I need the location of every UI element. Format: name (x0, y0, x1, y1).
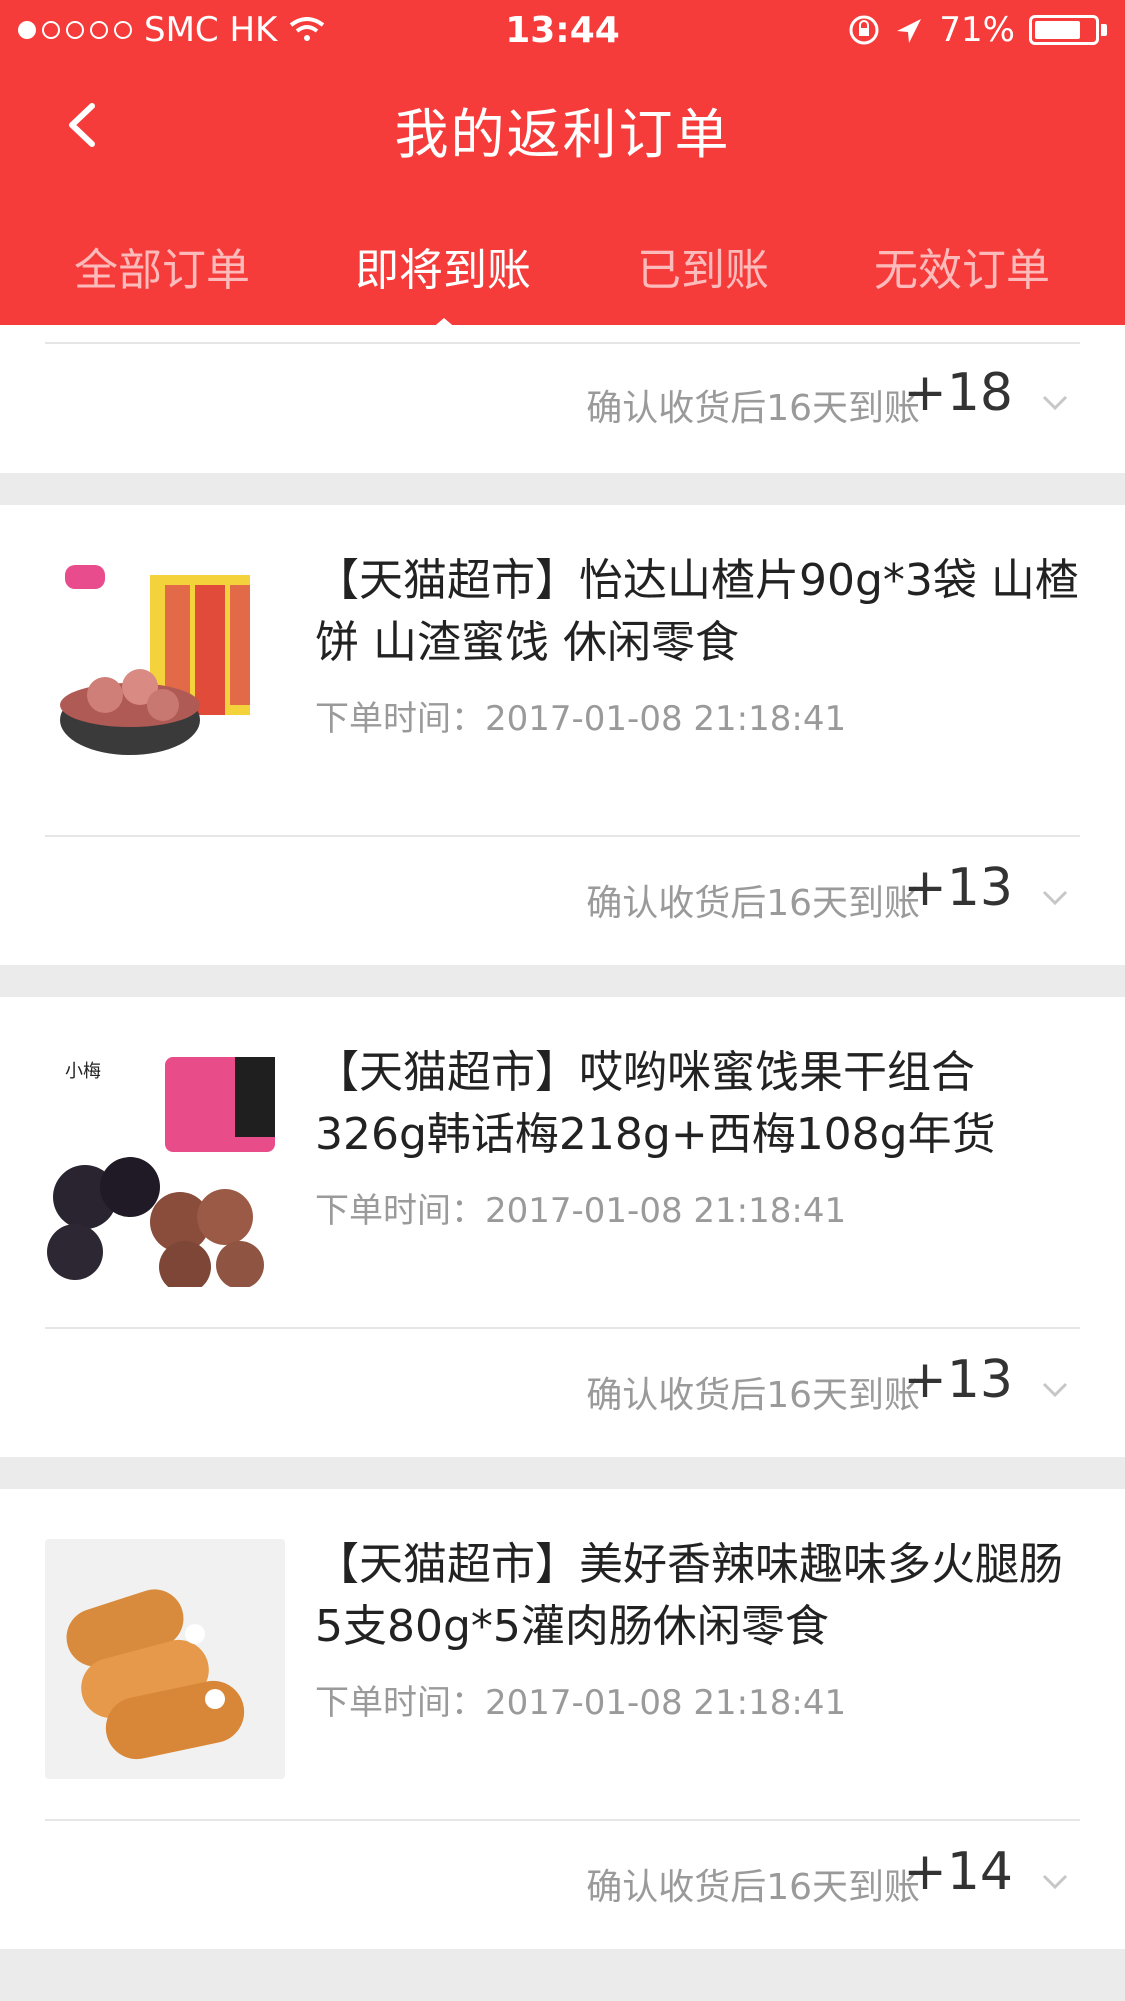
location-arrow-icon (897, 19, 922, 43)
product-image[interactable]: 小梅 (45, 1047, 285, 1287)
order-time: 下单时间：2017-01-08 21:18:41 (315, 1683, 847, 1723)
tab-invalid-orders[interactable]: 无效订单 (832, 234, 1092, 298)
divider (45, 342, 1080, 344)
orientation-lock-icon (849, 15, 879, 45)
product-title[interactable]: 【天猫超市】美好香辣味趣味多火腿肠5支80g*5灌肉肠休闲零食 (315, 1534, 1085, 1658)
rebate-text: 确认收货后16天到账 (586, 388, 920, 429)
rebate-amount: +13 (903, 1350, 1013, 1410)
page-title: 我的返利订单 (394, 103, 731, 166)
rebate-row[interactable]: 确认收货后16天到账 +13 (0, 850, 1125, 950)
battery-icon (1029, 15, 1099, 45)
order-card[interactable]: 【天猫超市】怡达山楂片90g*3袋 山楂饼 山渣蜜饯 休闲零食 下单时间：201… (0, 505, 1125, 965)
product-title[interactable]: 【天猫超市】怡达山楂片90g*3袋 山楂饼 山渣蜜饯 休闲零食 (315, 550, 1085, 674)
product-title[interactable]: 【天猫超市】哎哟咪蜜饯果干组合326g韩话梅218g+西梅108g年货 (315, 1042, 1085, 1166)
chevron-down-icon[interactable] (1040, 393, 1070, 413)
product-image[interactable] (45, 1539, 285, 1779)
divider (45, 1819, 1080, 1821)
rebate-amount: +13 (903, 858, 1013, 918)
chevron-down-icon[interactable] (1040, 1380, 1070, 1400)
navbar: 我的返利订单 (0, 60, 1125, 190)
header: SMC HK 13:44 71% 我的返利订单 全部订单 即将到账 已到账 无效… (0, 0, 1125, 330)
status-bar: SMC HK 13:44 71% (0, 0, 1125, 60)
order-card: 确认收货后16天到账 +18 (0, 325, 1125, 473)
divider (45, 1327, 1080, 1329)
svg-text:小梅: 小梅 (65, 1061, 101, 1082)
order-time: 下单时间：2017-01-08 21:18:41 (315, 1191, 847, 1231)
chevron-down-icon[interactable] (1040, 1872, 1070, 1892)
rebate-amount: +14 (903, 1842, 1013, 1902)
order-list: 确认收货后16天到账 +18 【天猫超市】怡达山楂片90g*3袋 山楂饼 山渣蜜… (0, 325, 1125, 2001)
product-image[interactable] (45, 555, 285, 795)
order-card[interactable]: 【天猫超市】美好香辣味趣味多火腿肠5支80g*5灌肉肠休闲零食 下单时间：201… (0, 1489, 1125, 1949)
order-time: 下单时间：2017-01-08 21:18:41 (315, 699, 847, 739)
rebate-row[interactable]: 确认收货后16天到账 +14 (0, 1834, 1125, 1934)
tab-bar: 全部订单 即将到账 已到账 无效订单 (0, 210, 1125, 330)
tab-all-orders[interactable]: 全部订单 (32, 234, 292, 298)
chevron-down-icon[interactable] (1040, 888, 1070, 908)
battery-percent: 71% (939, 10, 1015, 50)
tab-received[interactable]: 已到账 (573, 234, 833, 298)
tab-upcoming[interactable]: 即将到账 (313, 234, 573, 298)
status-right: 71% (847, 10, 1107, 50)
divider (45, 835, 1080, 837)
rebate-amount: +18 (903, 363, 1013, 423)
rebate-row[interactable]: 确认收货后16天到账 +18 (0, 355, 1125, 455)
rebate-text: 确认收货后16天到账 (586, 883, 920, 924)
rebate-text: 确认收货后16天到账 (586, 1867, 920, 1908)
rebate-row[interactable]: 确认收货后16天到账 +13 (0, 1342, 1125, 1442)
rebate-text: 确认收货后16天到账 (586, 1375, 920, 1416)
order-card[interactable]: 小梅 【天猫超市】哎哟咪蜜饯果干组合326g韩话梅218g+西梅108g年货 下… (0, 997, 1125, 1457)
